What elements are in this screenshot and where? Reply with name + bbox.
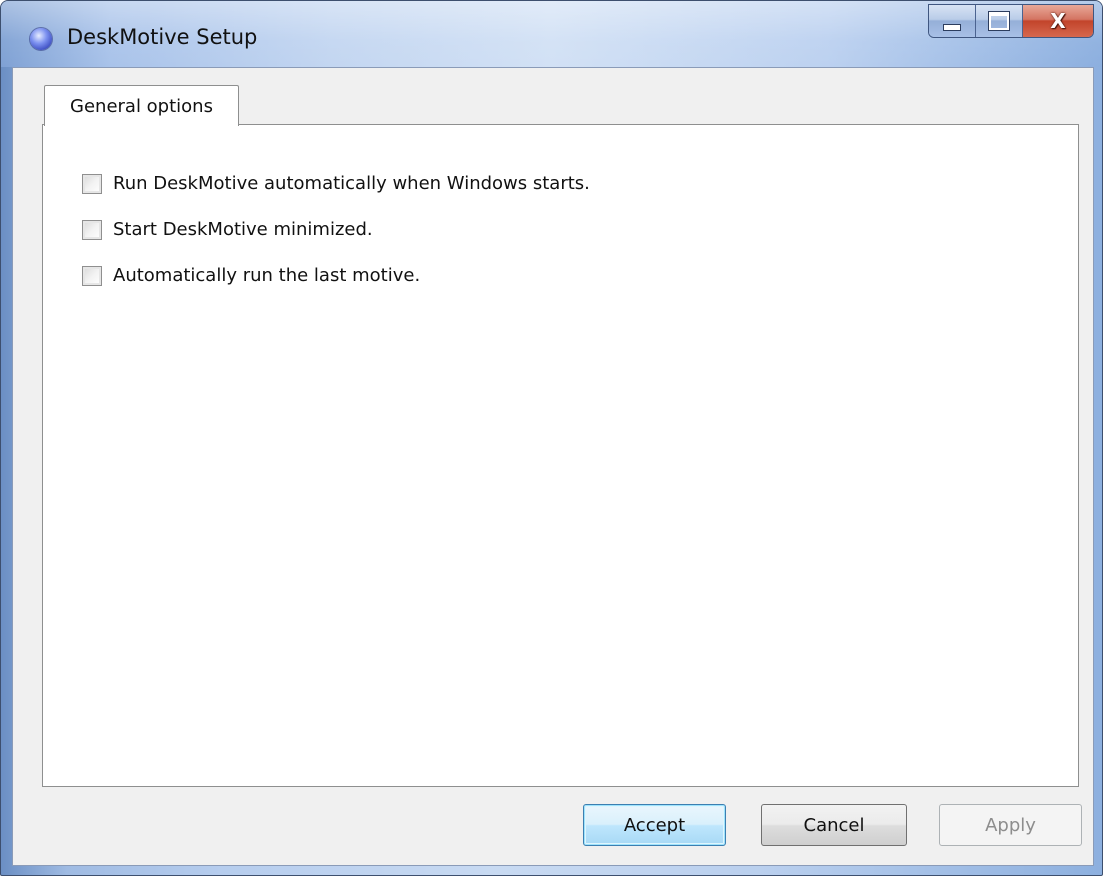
dialog-client-area: General options Run DeskMotive automatic… [12, 67, 1094, 866]
option-run-last-motive[interactable]: Automatically run the last motive. [82, 265, 420, 286]
start-minimized-label[interactable]: Start DeskMotive minimized. [113, 219, 373, 240]
run-last-motive-checkbox[interactable] [82, 265, 102, 286]
app-globe-icon [30, 28, 52, 50]
caption-buttons: X [928, 4, 1094, 38]
run-on-startup-checkbox[interactable] [82, 173, 102, 194]
option-run-on-startup[interactable]: Run DeskMotive automatically when Window… [82, 173, 590, 194]
run-on-startup-label[interactable]: Run DeskMotive automatically when Window… [113, 173, 590, 194]
general-options-panel: Run DeskMotive automatically when Window… [42, 124, 1079, 787]
tab-general-options[interactable]: General options [44, 85, 239, 126]
title-bar[interactable]: DeskMotive Setup X [1, 1, 1102, 67]
run-last-motive-label[interactable]: Automatically run the last motive. [113, 265, 420, 286]
minimize-button[interactable] [929, 5, 976, 37]
close-button[interactable]: X [1023, 5, 1093, 37]
window-title: DeskMotive Setup [67, 25, 258, 49]
maximize-icon [989, 12, 1009, 30]
start-minimized-checkbox[interactable] [82, 219, 102, 240]
apply-button[interactable]: Apply [939, 804, 1082, 846]
cancel-button[interactable]: Cancel [761, 804, 907, 846]
maximize-button[interactable] [976, 5, 1023, 37]
close-icon: X [1050, 9, 1066, 33]
setup-window: DeskMotive Setup X General options Run D… [0, 0, 1103, 876]
option-start-minimized[interactable]: Start DeskMotive minimized. [82, 219, 373, 240]
minimize-icon [943, 23, 961, 31]
accept-button[interactable]: Accept [583, 804, 726, 846]
